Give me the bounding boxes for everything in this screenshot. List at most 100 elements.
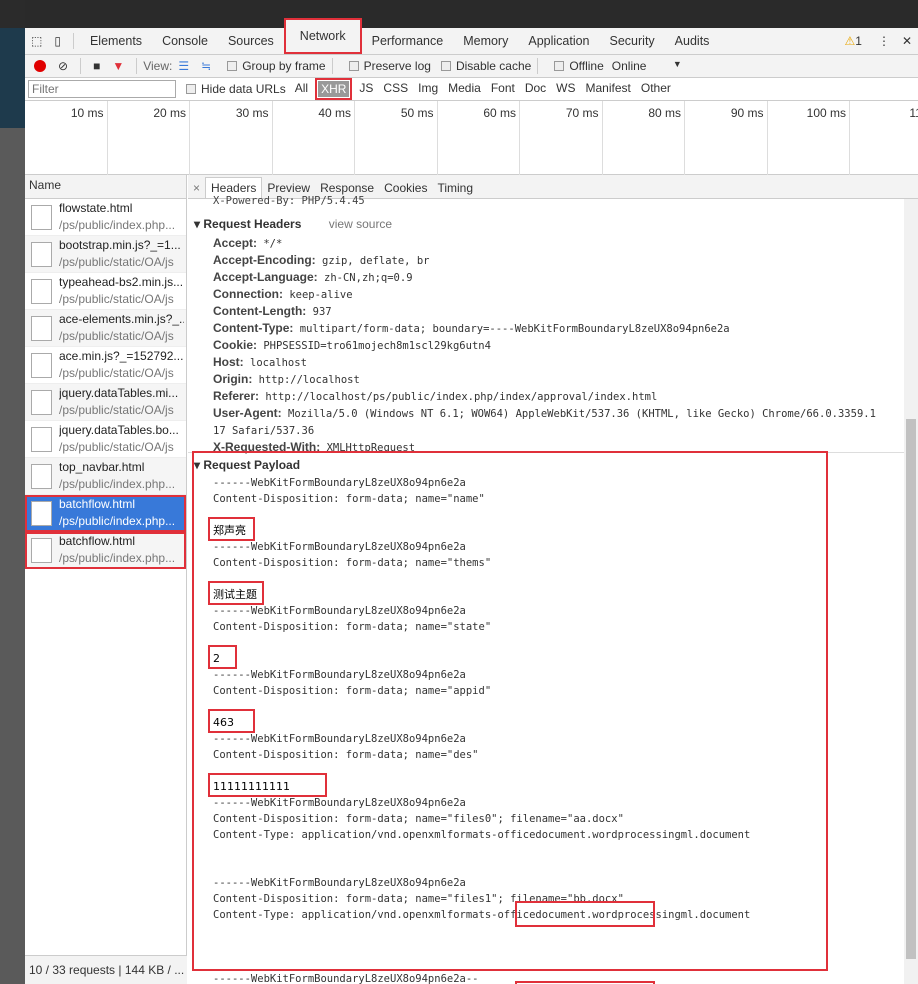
timeline-tick: 60 ms bbox=[438, 101, 520, 175]
filter-input[interactable] bbox=[28, 80, 176, 98]
filter-bar: Hide data URLs All XHR JS CSS Img Media Font Do… bbox=[25, 78, 918, 101]
filter-type-manifest[interactable]: Manifest bbox=[586, 81, 631, 97]
header-key: Cookie: bbox=[213, 338, 258, 352]
request-row[interactable]: ace.min.js?_=152792... /ps/public/static/… bbox=[25, 347, 186, 384]
hide-data-urls-label: Hide data URLs bbox=[201, 82, 286, 96]
filter-type-font[interactable]: Font bbox=[491, 81, 515, 97]
filter-type-doc[interactable]: Doc bbox=[525, 81, 546, 97]
header-row: Accept: */* bbox=[213, 235, 282, 253]
request-row[interactable]: bootstrap.min.js?_=1... /ps/public/static… bbox=[25, 236, 186, 273]
file-icon bbox=[31, 315, 52, 341]
record-icon[interactable] bbox=[34, 60, 46, 72]
tab-console[interactable]: Console bbox=[152, 34, 218, 48]
request-name: batchflow.html bbox=[59, 534, 136, 548]
preserve-log-checkbox[interactable] bbox=[348, 61, 359, 71]
header-row: Connection: keep-alive bbox=[213, 286, 353, 304]
request-path: /ps/public/static/OA/js bbox=[59, 255, 174, 269]
filter-type-ws[interactable]: WS bbox=[556, 81, 575, 97]
header-row: Referer: http://localhost/ps/public/inde… bbox=[213, 388, 657, 406]
hide-data-urls-checkbox[interactable] bbox=[186, 84, 196, 94]
group-by-frame-checkbox[interactable] bbox=[227, 61, 238, 71]
timeline-tick: 80 ms bbox=[603, 101, 685, 175]
tab-audits[interactable]: Audits bbox=[665, 34, 720, 48]
request-list: Name flowstate.html/ps/public/index.php.… bbox=[25, 175, 187, 955]
tab-network[interactable]: Network bbox=[283, 18, 362, 54]
request-path: /ps/public/static/OA/js bbox=[59, 329, 174, 343]
header-value: zh-CN,zh;q=0.9 bbox=[324, 272, 413, 284]
clear-icon[interactable]: ⊘ bbox=[58, 59, 68, 73]
detail-scrollbar[interactable] bbox=[904, 199, 918, 984]
payload-annotation bbox=[192, 451, 828, 971]
request-row[interactable]: typeahead-bs2.min.js... /ps/public/static… bbox=[25, 273, 186, 310]
request-row[interactable]: flowstate.html/ps/public/index.php... bbox=[25, 199, 186, 236]
filter-type-js[interactable]: JS bbox=[359, 81, 373, 97]
timeline-tick: 50 ms bbox=[355, 101, 438, 175]
detail-tab-cookies[interactable]: Cookies bbox=[379, 178, 432, 198]
request-row[interactable]: batchflow.html/ps/public/index.php... bbox=[25, 495, 186, 532]
header-row: Accept-Encoding: gzip, deflate, br bbox=[213, 252, 429, 270]
timeline-tick: 70 ms bbox=[520, 101, 603, 175]
header-value: gzip, deflate, br bbox=[322, 255, 430, 267]
tab-security[interactable]: Security bbox=[600, 34, 665, 48]
payload-line: ------WebKitFormBoundaryL8zeUX8o94pn6e2a… bbox=[213, 973, 479, 984]
file-icon bbox=[31, 500, 52, 526]
browser-top-bar bbox=[0, 0, 918, 28]
header-value: Mozilla/5.0 (Windows NT 6.1; WOW64) Appl… bbox=[288, 408, 876, 420]
clipped-header: X-Powered-By: PHP/5.4.45 bbox=[213, 195, 365, 207]
header-value: PHPSESSID=tro61mojech8m1scl29kg6utn4 bbox=[263, 340, 491, 352]
filter-type-xhr[interactable]: XHR bbox=[315, 78, 353, 100]
close-detail-icon[interactable]: × bbox=[188, 178, 205, 198]
warning-icon[interactable]: ⚠ bbox=[844, 34, 855, 48]
tab-application[interactable]: Application bbox=[518, 34, 599, 48]
filter-icon[interactable]: ▼ bbox=[112, 59, 124, 73]
filter-type-other[interactable]: Other bbox=[641, 81, 671, 97]
timeline-tick: 90 ms bbox=[685, 101, 768, 175]
header-row: Content-Type: multipart/form-data; bound… bbox=[213, 320, 730, 338]
tab-sources[interactable]: Sources bbox=[218, 34, 284, 48]
large-rows-icon[interactable]: ☰ bbox=[178, 59, 189, 73]
view-source-link[interactable]: view source bbox=[329, 217, 392, 231]
timeline-overview[interactable]: 10 ms 20 ms 30 ms 40 ms 50 ms 60 ms 70 ms 80 ms… bbox=[25, 101, 918, 175]
group-by-frame-label: Group by frame bbox=[242, 59, 326, 73]
disable-cache-checkbox[interactable] bbox=[440, 61, 451, 71]
filter-type-css[interactable]: CSS bbox=[383, 81, 408, 97]
tab-elements[interactable]: Elements bbox=[80, 34, 152, 48]
request-row[interactable]: jquery.dataTables.bo... /ps/public/static… bbox=[25, 421, 186, 458]
request-row[interactable]: top_navbar.html/ps/public/index.php... bbox=[25, 458, 186, 495]
request-name: flowstate.html bbox=[59, 201, 133, 215]
filter-type-all[interactable]: All bbox=[295, 81, 308, 97]
close-icon[interactable]: ✕ bbox=[902, 34, 912, 48]
request-row[interactable]: ace-elements.min.js?_... /ps/public/stati… bbox=[25, 310, 186, 347]
filter-type-media[interactable]: Media bbox=[448, 81, 481, 97]
filter-type-img[interactable]: Img bbox=[418, 81, 438, 97]
request-headers-section[interactable]: ▾ Request Headers view source bbox=[194, 217, 392, 231]
request-details: × Headers Preview Response Cookies Timing X-… bbox=[188, 175, 918, 984]
devtools-tabs: ⬚ ▯ Elements Console Sources Network Perform… bbox=[25, 18, 918, 55]
request-row[interactable]: jquery.dataTables.mi... /ps/public/static… bbox=[25, 384, 186, 421]
header-value: localhost bbox=[250, 357, 307, 369]
header-value: http://localhost/ps/public/index.php/ind… bbox=[265, 391, 658, 403]
file-icon bbox=[31, 463, 52, 489]
detail-tab-timing[interactable]: Timing bbox=[432, 178, 478, 198]
request-row[interactable]: batchflow.html/ps/public/index.php... bbox=[25, 532, 186, 569]
network-controls: ⊘ ■ ▼ View: ☰ ≒ Group by frame Preserve … bbox=[25, 55, 918, 78]
request-path: /ps/public/static/OA/js bbox=[59, 292, 174, 306]
tab-performance[interactable]: Performance bbox=[362, 34, 454, 48]
warning-count[interactable]: 1 bbox=[855, 34, 862, 48]
offline-checkbox[interactable] bbox=[554, 61, 565, 71]
name-column-header[interactable]: Name bbox=[25, 175, 186, 199]
more-menu-icon[interactable]: ⋮ bbox=[878, 34, 890, 48]
throttle-select[interactable]: Online ▼ bbox=[612, 59, 682, 73]
device-toolbar-icon[interactable]: ▯ bbox=[54, 34, 61, 48]
file-icon bbox=[31, 426, 52, 452]
capture-screenshots-icon[interactable]: ■ bbox=[93, 59, 100, 73]
request-name: ace.min.js?_=152792... bbox=[59, 349, 184, 363]
header-key: Referer: bbox=[213, 389, 260, 403]
tab-memory[interactable]: Memory bbox=[453, 34, 518, 48]
request-name: batchflow.html bbox=[59, 497, 136, 511]
header-key: Content-Type: bbox=[213, 321, 294, 335]
header-key: Connection: bbox=[213, 287, 283, 301]
waterfall-icon[interactable]: ≒ bbox=[201, 59, 211, 73]
inspect-icon[interactable]: ⬚ bbox=[31, 34, 42, 48]
header-row: User-Agent: Mozilla/5.0 (Windows NT 6.1;… bbox=[213, 405, 876, 423]
